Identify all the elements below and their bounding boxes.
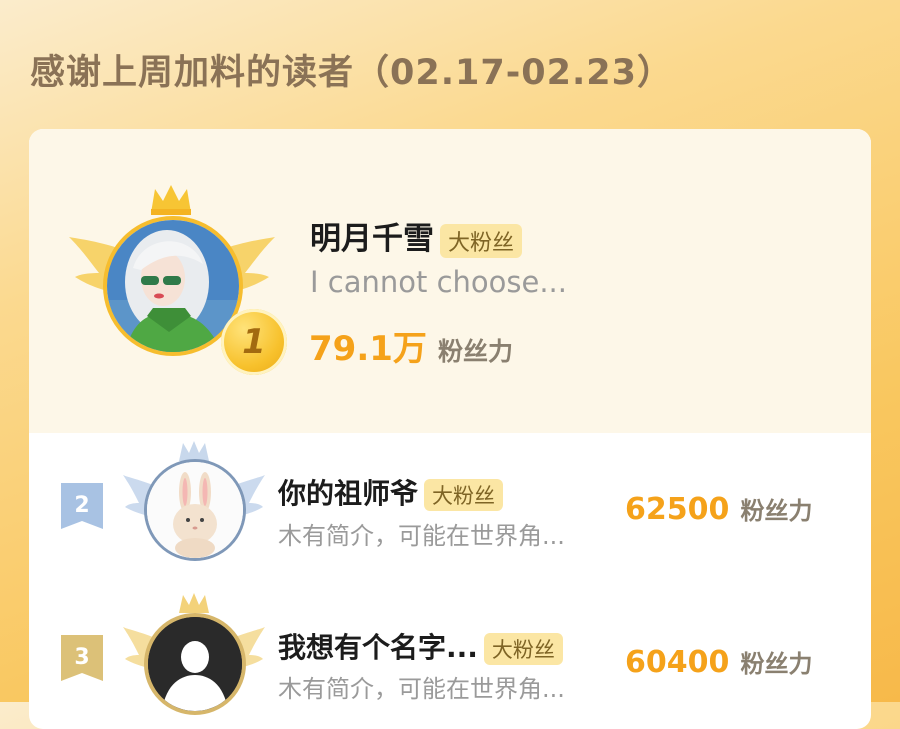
fan-level-badge: 大粉丝	[440, 223, 523, 258]
rank-3-number: 3	[74, 645, 89, 670]
rabbit-avatar	[144, 459, 246, 561]
fan-power-unit: 粉丝力	[740, 497, 813, 525]
reader-intro: I cannot choose...	[310, 265, 567, 299]
fan-level-badge: 大粉丝	[424, 479, 504, 511]
fan-power-unit: 粉丝力	[740, 650, 813, 678]
reader-intro: 木有简介，可能在世界角...	[278, 522, 565, 550]
rank-3-ribbon-icon: 3	[61, 635, 103, 681]
rank-1-entry[interactable]: 1 明月千雪 大粉丝 I cannot choose... 79.1万 粉丝力	[29, 129, 871, 433]
fan-power-unit: 粉丝力	[437, 337, 513, 366]
reader-name[interactable]: 我想有个名字...	[278, 631, 478, 664]
reader-name[interactable]: 你的祖师爷	[278, 477, 418, 510]
rank-2-ribbon-icon: 2	[61, 483, 103, 529]
reader-intro: 木有简介，可能在世界角...	[278, 675, 565, 703]
fan-power: 60400 粉丝力	[625, 644, 812, 680]
fan-power-value: 62500	[625, 492, 730, 527]
rank-2-avatar-frame[interactable]	[123, 441, 265, 575]
rank-number: 1	[242, 322, 266, 362]
reader-name-row: 你的祖师爷 大粉丝	[278, 472, 504, 512]
reader-name-row: 明月千雪 大粉丝	[310, 213, 523, 258]
fan-level-badge: 大粉丝	[483, 633, 563, 665]
leaderboard-card: 1 明月千雪 大粉丝 I cannot choose... 79.1万 粉丝力 2	[29, 129, 871, 729]
rank-2-number: 2	[74, 493, 89, 518]
reader-name[interactable]: 明月千雪	[310, 221, 434, 257]
fan-power-value: 60400	[625, 645, 730, 680]
rank-1-avatar-frame[interactable]: 1	[69, 181, 287, 375]
page-title: 感谢上周加料的读者（02.17-02.23）	[30, 53, 673, 93]
rank-1-medal-icon: 1	[221, 309, 287, 375]
rank-3-avatar-frame[interactable]	[123, 593, 265, 729]
reader-name-row: 我想有个名字... 大粉丝	[278, 626, 563, 666]
default-avatar	[144, 613, 246, 715]
fan-power: 62500 粉丝力	[625, 491, 812, 527]
fan-power: 79.1万 粉丝力	[309, 321, 513, 370]
fan-power-value: 79.1万	[309, 329, 427, 369]
